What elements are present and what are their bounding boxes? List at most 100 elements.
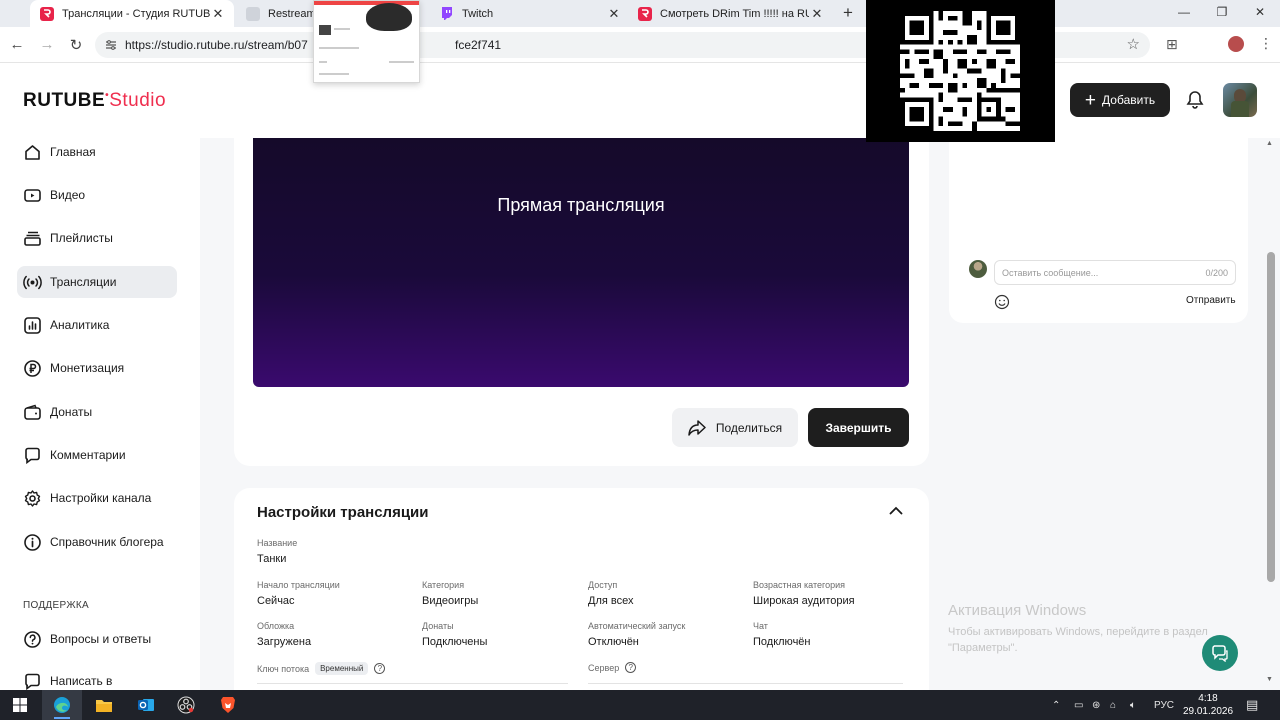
new-tab-button[interactable]: + [838, 3, 858, 23]
back-icon[interactable]: ← [8, 36, 26, 53]
scroll-up-arrow-icon[interactable]: ▲ [1266, 140, 1273, 147]
emoji-smile-icon[interactable] [994, 294, 1010, 310]
field-label: Название [257, 538, 298, 548]
field-donations: Донаты Подключены [422, 621, 487, 648]
plus-icon: + [1084, 89, 1097, 111]
browser-tab-bar: Трансляции - Студия RUTUBE ✕ Restream Tw… [0, 0, 1280, 27]
language-indicator[interactable]: РУС [1154, 690, 1174, 720]
rutube-studio-logo[interactable]: RUTUBE•Studio [23, 90, 166, 112]
sidebar-item-label: Написать в [50, 674, 113, 688]
tab-twitch[interactable]: Twitch ✕ [430, 0, 630, 27]
stream-preview-player[interactable]: Прямая трансляция [253, 138, 909, 387]
tab-title: Смотреть DRim Tim !!!!! на RUTUBE [660, 7, 809, 20]
field-server: Сервер ? [588, 662, 637, 673]
logo-studio: Studio [109, 90, 167, 111]
field-value: Загружена [257, 636, 312, 648]
windows-activation-subtitle: Чтобы активировать Windows, перейдите в … [948, 626, 1208, 654]
chevron-up-icon[interactable] [889, 506, 903, 515]
sidebar-item-faq[interactable]: Вопросы и ответы [17, 623, 177, 655]
obs-icon[interactable] [166, 690, 206, 720]
sidebar-item-write-support[interactable]: Написать в [17, 665, 177, 690]
sidebar-item-comments[interactable]: Комментарии [17, 439, 177, 471]
windows-taskbar: ⌃ ▭ ⊛ ⌂ 🔈︎ РУС 4:18 29.01.2026 ▤ [0, 690, 1280, 720]
close-window-icon[interactable]: ✕ [1250, 5, 1270, 19]
minimize-icon[interactable]: — [1174, 5, 1194, 19]
sidebar-item-video[interactable]: Видео [17, 179, 177, 211]
info-icon [23, 533, 42, 552]
volume-icon[interactable]: 🔈︎ [1130, 690, 1136, 720]
tab-close-icon[interactable]: ✕ [809, 6, 825, 22]
sidebar-item-donations[interactable]: Донаты [17, 396, 177, 428]
sidebar-item-broadcasts[interactable]: Трансляции [17, 266, 177, 298]
stream-key-field-border [257, 683, 568, 684]
tab-title: Twitch [462, 7, 494, 20]
tab-rutube-studio[interactable]: Трансляции - Студия RUTUBE ✕ [30, 0, 234, 27]
sidebar-item-label: Трансляции [50, 275, 117, 289]
browser-address-bar: ← → ↻ https://studio.rutube.ru/stream/b0… [0, 27, 1280, 63]
taskbar-clock[interactable]: 4:18 29.01.2026 [1178, 692, 1238, 718]
chat-message-input[interactable]: Оставить сообщение... 0/200 [994, 260, 1236, 285]
field-label: Донаты [422, 621, 454, 631]
sidebar-item-label: Видео [50, 188, 86, 202]
chat-input-placeholder: Оставить сообщение... [1002, 268, 1099, 278]
field-label: Обложка [257, 621, 295, 631]
field-value: Для всех [588, 595, 634, 607]
network-icon[interactable]: ⌂ [1110, 690, 1116, 720]
bookmark-star-icon[interactable]: ☆ [1127, 35, 1140, 53]
edge-browser-icon[interactable] [42, 690, 82, 720]
field-value: Видеоигры [422, 595, 479, 607]
broadcast-icon [23, 273, 42, 292]
tab-close-icon[interactable]: ✕ [606, 6, 622, 22]
sidebar-item-label: Справочник блогера [50, 535, 164, 549]
sidebar-item-analytics[interactable]: Аналитика [17, 309, 177, 341]
field-chat: Чат Подключён [753, 621, 811, 648]
tray-app-icon[interactable]: ⊛ [1092, 690, 1100, 720]
analytics-icon [23, 316, 42, 335]
sidebar-item-blogger-guide[interactable]: Справочник блогера [17, 526, 177, 558]
server-field-border [588, 683, 903, 684]
reload-icon[interactable]: ↻ [67, 36, 85, 54]
sidebar: Главная Видео Плейлисты Трансляции Анали… [0, 130, 200, 690]
finish-stream-button[interactable]: Завершить [808, 408, 909, 447]
windows-activation-title: Активация Windows [948, 602, 1087, 619]
clock-date: 29.01.2026 [1182, 706, 1234, 717]
support-chat-button[interactable] [1202, 635, 1238, 671]
sidebar-item-home[interactable]: Главная [17, 136, 177, 168]
stream-settings-card: Настройки трансляции Название Танки Нача… [234, 488, 929, 690]
rutube-favicon-icon [40, 6, 54, 21]
forward-icon[interactable]: → [38, 36, 56, 53]
outlook-icon[interactable] [126, 690, 166, 720]
notifications-bell-icon[interactable] [1186, 90, 1204, 110]
windows-start-icon[interactable] [0, 690, 40, 720]
site-info-icon[interactable] [105, 39, 117, 51]
user-avatar[interactable] [1223, 83, 1257, 117]
sidebar-item-channel-settings[interactable]: Настройки канала [17, 482, 177, 514]
tab-restream[interactable]: Restream [236, 0, 316, 27]
tab-close-icon[interactable]: ✕ [210, 6, 226, 22]
help-icon[interactable]: ? [625, 662, 637, 673]
field-label: Доступ [588, 580, 618, 590]
sidebar-item-playlists[interactable]: Плейлисты [17, 222, 177, 254]
brave-browser-icon[interactable] [208, 690, 248, 720]
menu-dots-icon[interactable]: ⋮ [1259, 35, 1273, 52]
notification-center-icon[interactable]: ▤ [1246, 690, 1258, 720]
chat-send-button[interactable]: Отправить [1186, 295, 1236, 306]
maximize-icon[interactable]: ❐ [1212, 5, 1232, 19]
tab-rutube-watch[interactable]: Смотреть DRim Tim !!!!! на RUTUBE ✕ [628, 0, 833, 27]
help-icon[interactable]: ? [374, 663, 386, 674]
field-stream-key: Ключ потока Временный ? [257, 662, 386, 675]
home-icon [23, 143, 42, 162]
video-icon [23, 186, 42, 205]
extension-icon[interactable]: ⊞ [1166, 36, 1178, 53]
share-button[interactable]: Поделиться [672, 408, 798, 447]
file-explorer-icon[interactable] [84, 690, 124, 720]
profile-icon[interactable] [1228, 36, 1244, 52]
add-button[interactable]: + Добавить [1070, 83, 1170, 117]
sidebar-item-monetization[interactable]: Монетизация [17, 352, 177, 384]
tray-device-icon[interactable]: ▭ [1074, 690, 1083, 720]
clock-time: 4:18 [1198, 693, 1218, 704]
tray-overflow-chevron-icon[interactable]: ⌃ [1052, 690, 1060, 720]
rutube-favicon-icon [638, 6, 652, 21]
scrollbar-thumb[interactable] [1267, 252, 1275, 582]
scroll-down-arrow-icon[interactable]: ▼ [1266, 676, 1273, 683]
